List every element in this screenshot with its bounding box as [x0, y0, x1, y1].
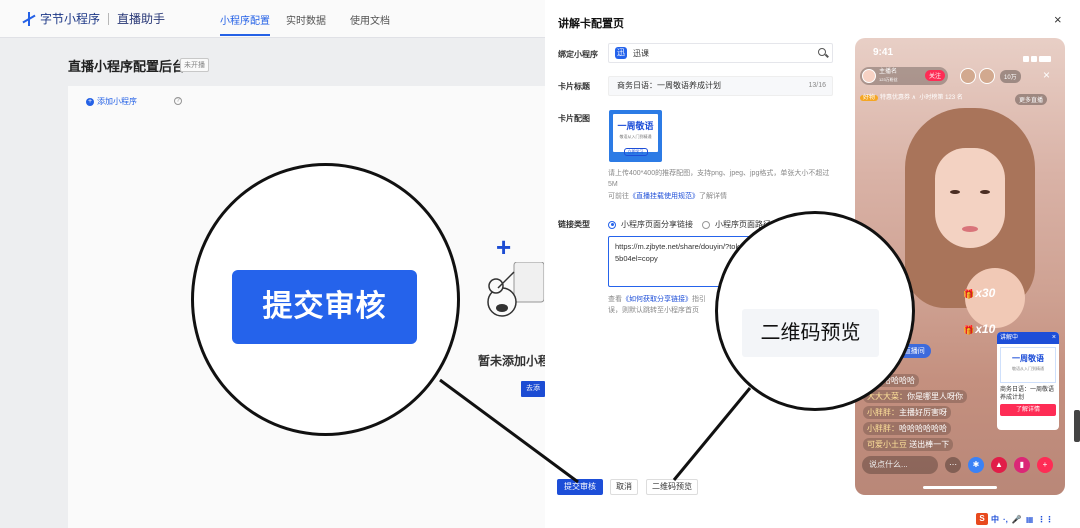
- ime-item[interactable]: 🎤: [1012, 515, 1022, 524]
- ime-item[interactable]: ⋮⋮: [1037, 515, 1053, 524]
- ime-item[interactable]: ·,: [1003, 515, 1008, 524]
- ime-item[interactable]: 中: [991, 514, 999, 525]
- ime-item[interactable]: ▦: [1026, 515, 1034, 524]
- side-handle[interactable]: [1074, 410, 1080, 442]
- ime-logo-icon: S: [976, 513, 988, 525]
- zoomed-submit-button: 提交审核: [232, 270, 417, 344]
- ime-toolbar[interactable]: S 中 ·, 🎤 ▦ ⋮⋮: [976, 513, 1057, 525]
- zoomed-qr-button: 二维码预览: [742, 309, 879, 357]
- callout-lines: [439, 378, 752, 484]
- zoom-callout-submit: 提交审核: [191, 163, 460, 436]
- zoom-callout-qr: 二维码预览: [715, 211, 915, 411]
